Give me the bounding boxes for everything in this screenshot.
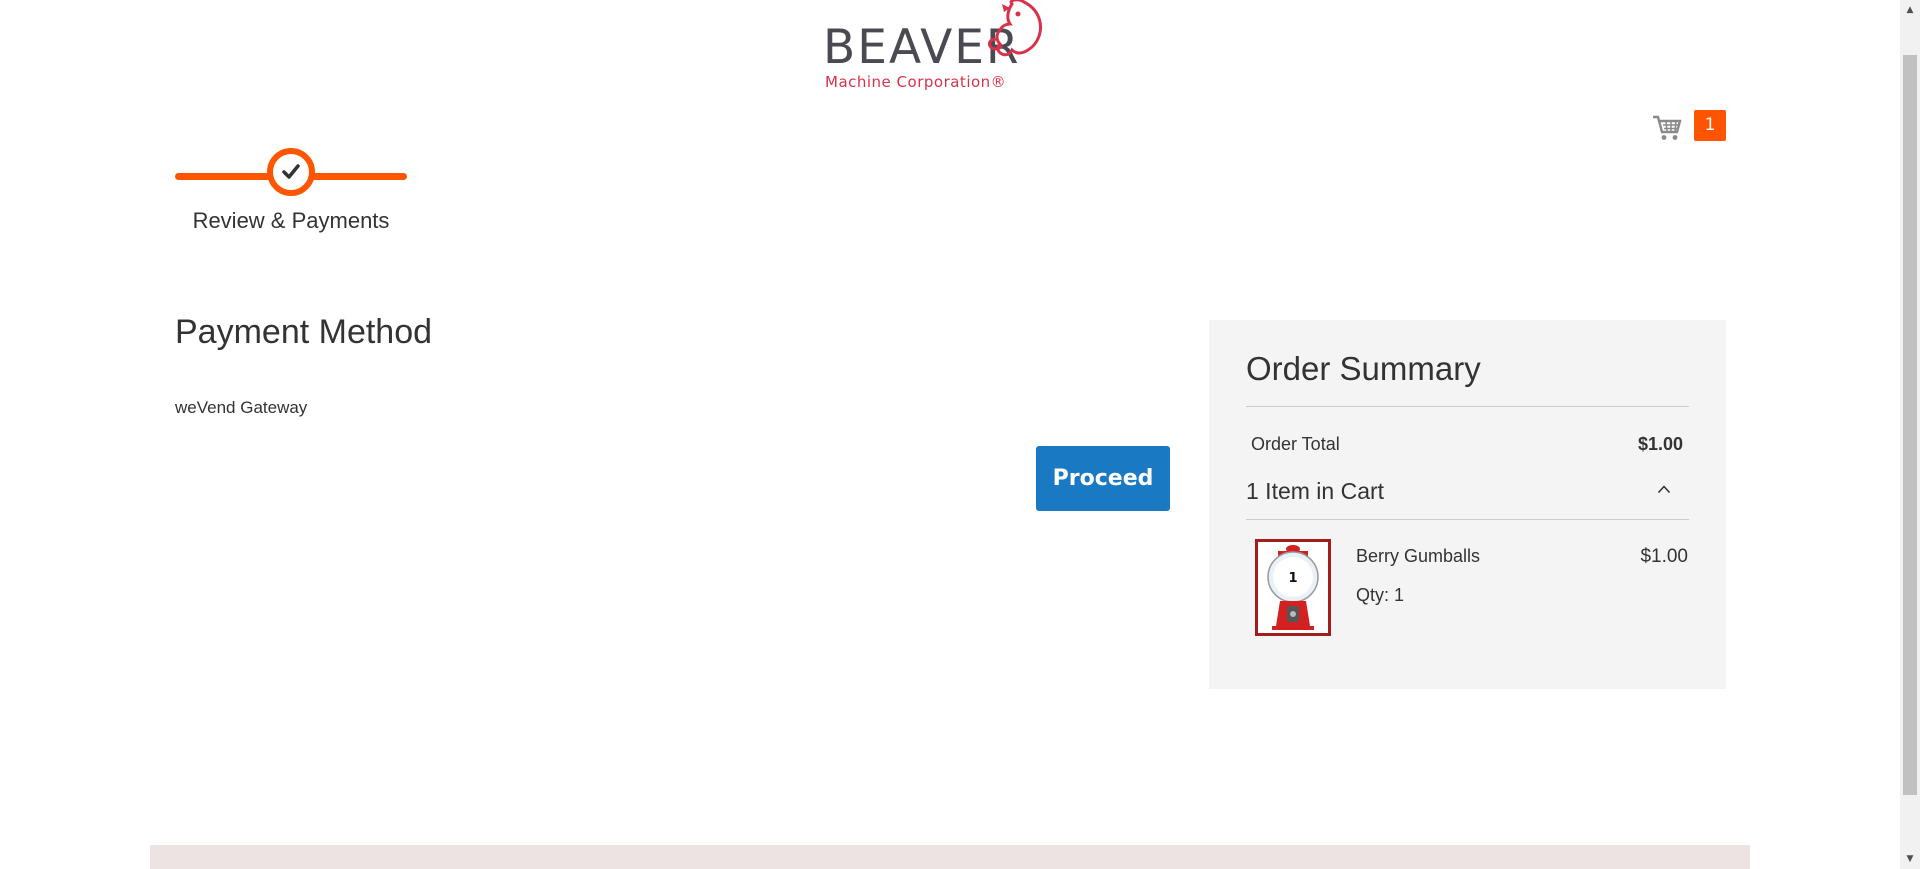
progress-step-label: Review & Payments xyxy=(192,208,390,233)
payment-method-title: Payment Method xyxy=(175,313,433,351)
checkout-progress: Review & Payments xyxy=(175,148,407,238)
shopping-cart-icon[interactable] xyxy=(1652,114,1682,142)
thumbnail-number: 1 xyxy=(1288,571,1297,586)
product-price: $1.00 xyxy=(1640,546,1688,567)
check-icon xyxy=(282,164,300,179)
logo-subtitle: Machine Corporation® xyxy=(825,73,1007,91)
progress-step-marker xyxy=(267,148,315,196)
gumball-machine-icon: 1 xyxy=(1267,545,1319,630)
proceed-button[interactable]: Proceed xyxy=(1036,446,1170,511)
product-thumbnail[interactable]: 1 xyxy=(1255,539,1331,636)
divider xyxy=(1246,406,1689,407)
beaver-logo-icon xyxy=(988,0,1042,57)
items-in-cart-toggle[interactable]: 1 Item in Cart xyxy=(1246,476,1689,518)
items-in-cart-label: 1 Item in Cart xyxy=(1246,478,1385,504)
payment-method-name: weVend Gateway xyxy=(175,398,308,417)
scroll-down-arrow-icon[interactable]: ▼ xyxy=(1900,849,1920,869)
divider xyxy=(1246,519,1689,520)
scroll-up-arrow-icon[interactable]: ▲ xyxy=(1900,0,1920,20)
brand-logo[interactable]: BEAVER Machine Corporation® xyxy=(820,0,1042,95)
vertical-scrollbar[interactable]: ▲ ▼ xyxy=(1900,0,1920,869)
order-total-value: $1.00 xyxy=(1637,434,1683,454)
cart-count-badge[interactable]: 1 xyxy=(1694,110,1726,141)
order-total-label: Order Total xyxy=(1251,434,1340,454)
order-summary: Order Summary Order Total $1.00 1 Item i… xyxy=(1209,320,1726,689)
scrollbar-thumb[interactable] xyxy=(1903,55,1917,795)
product-qty: Qty: 1 xyxy=(1356,585,1405,605)
order-summary-title: Order Summary xyxy=(1246,350,1481,387)
chevron-up-icon[interactable] xyxy=(1657,484,1671,494)
page-footer xyxy=(150,845,1750,869)
product-name[interactable]: Berry Gumballs xyxy=(1356,546,1480,567)
